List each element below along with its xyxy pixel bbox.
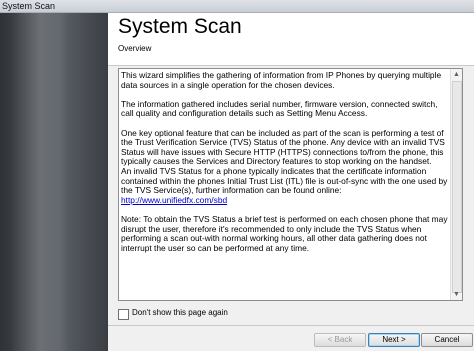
overview-text-box[interactable]: This wizard simplifies the gathering of … (118, 68, 463, 301)
info-link[interactable]: http://www.unifiedfx.com/sbd (121, 195, 227, 205)
scroll-down-icon[interactable]: ▼ (451, 289, 462, 300)
dont-show-label: Don't show this page again (132, 308, 228, 317)
paragraph-note: Note: To obtain the TVS Status a brief t… (121, 213, 448, 253)
scroll-up-icon[interactable]: ▲ (451, 69, 462, 80)
footer-divider (108, 325, 474, 326)
side-panel-sheen (10, 13, 70, 351)
dont-show-checkbox[interactable] (118, 309, 129, 320)
paragraph-tvs: One key optional feature that can be inc… (121, 127, 445, 167)
back-button[interactable]: < Back (314, 333, 366, 347)
overview-text: This wizard simplifies the gathering of … (121, 71, 450, 298)
paragraph-itl: An invalid TVS Status for a phone typica… (121, 165, 448, 196)
page-subtitle: Overview (118, 44, 152, 53)
paragraph-intro: This wizard simplifies the gathering of … (121, 71, 442, 90)
title-bar: System Scan (0, 0, 474, 13)
next-button[interactable]: Next > (368, 333, 420, 347)
window-title: System Scan (2, 1, 56, 11)
page-title: System Scan (118, 15, 242, 38)
wizard-content: System Scan Overview This wizard simplif… (108, 13, 474, 351)
text-scrollbar[interactable]: ▲ ▼ (450, 69, 462, 300)
wizard-side-panel (0, 13, 108, 351)
paragraph-info: The information gathered includes serial… (121, 98, 438, 119)
wizard-header: System Scan Overview (108, 13, 474, 66)
scroll-thumb[interactable] (452, 81, 462, 293)
cancel-button[interactable]: Cancel (421, 333, 473, 347)
